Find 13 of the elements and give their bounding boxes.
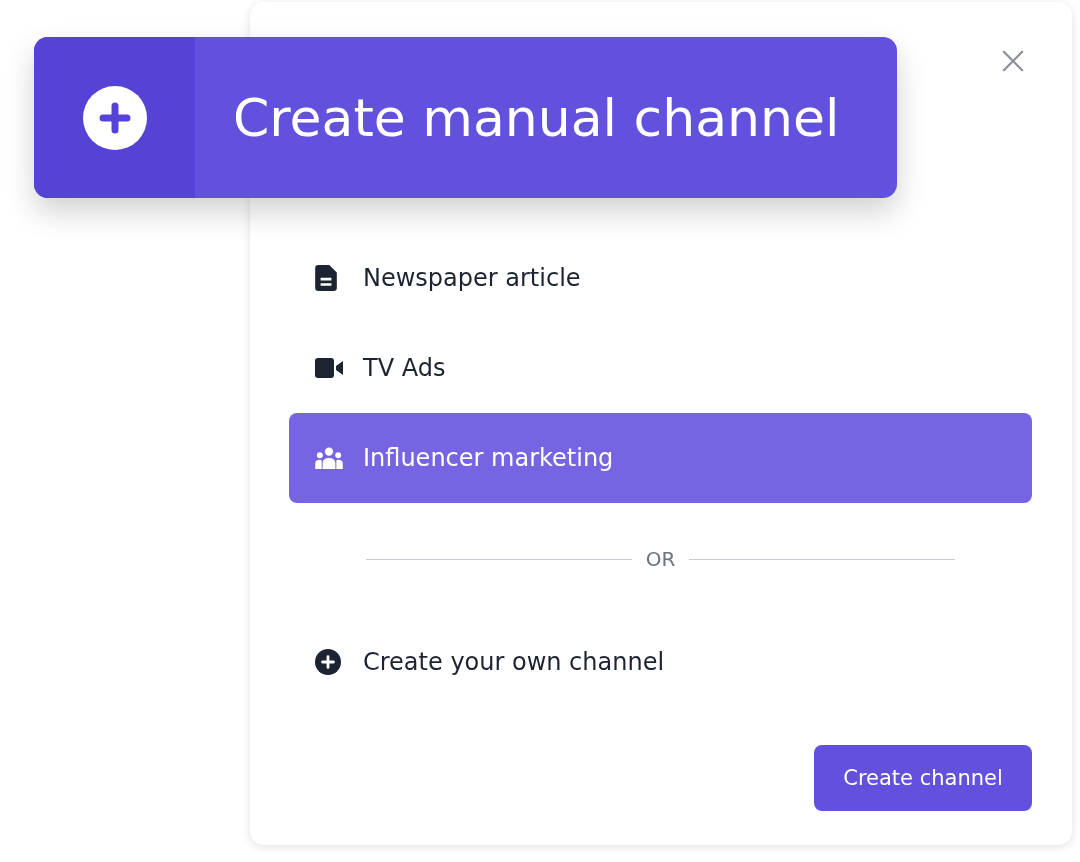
divider-label: OR [644, 547, 677, 571]
channel-option[interactable]: Influencer marketing [289, 413, 1032, 503]
plus-circle-icon [315, 649, 341, 675]
document-icon [315, 265, 337, 291]
people-icon [315, 447, 343, 469]
video-camera-icon [315, 357, 343, 379]
plus-circle-icon [82, 85, 147, 150]
create-channel-button[interactable]: Create channel [814, 745, 1032, 811]
channel-option[interactable]: Newspaper article [289, 233, 1032, 323]
channel-option[interactable]: TV Ads [289, 323, 1032, 413]
banner-title: Create manual channel [232, 86, 841, 150]
create-own-channel-option[interactable]: Create your own channel [289, 617, 1032, 707]
close-icon[interactable] [1002, 50, 1024, 72]
